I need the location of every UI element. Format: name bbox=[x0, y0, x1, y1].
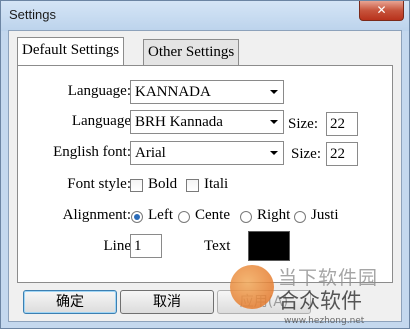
text-color-swatch[interactable] bbox=[248, 231, 290, 261]
italic-label[interactable]: Itali bbox=[204, 176, 228, 193]
align-left-label[interactable]: Left bbox=[148, 207, 173, 224]
settings-window: Settings ✕ Default Settings Other Settin… bbox=[0, 0, 410, 329]
align-justify-label[interactable]: Justi bbox=[311, 207, 339, 224]
tab-other-settings[interactable]: Other Settings bbox=[143, 39, 240, 65]
align-center-radio[interactable] bbox=[178, 211, 190, 223]
align-right-label[interactable]: Right bbox=[257, 207, 290, 224]
chevron-down-icon bbox=[270, 90, 278, 94]
english-font-label: English font: bbox=[53, 144, 131, 160]
font-style-label: Font style: bbox=[67, 176, 131, 192]
align-left-radio[interactable] bbox=[131, 211, 143, 223]
bold-checkbox[interactable] bbox=[130, 179, 143, 192]
line-value: 1 bbox=[134, 238, 142, 254]
ok-button[interactable]: 确定 bbox=[23, 290, 117, 314]
english-font-select[interactable]: Arial bbox=[130, 141, 284, 165]
english-size-input[interactable]: 22 bbox=[326, 142, 358, 166]
language-size-input[interactable]: 22 bbox=[326, 112, 358, 136]
title-bar[interactable]: Settings ✕ bbox=[1, 1, 409, 31]
text-color-label: Text bbox=[204, 238, 231, 254]
language-label: Language: bbox=[67, 83, 131, 99]
language-size-value: 22 bbox=[330, 116, 345, 132]
italic-checkbox[interactable] bbox=[186, 179, 199, 192]
english-font-select-value: Arial bbox=[135, 145, 166, 161]
window-title: Settings bbox=[9, 7, 56, 22]
dialog-body: Default Settings Other Settings Language… bbox=[8, 30, 402, 322]
language-select-value: KANNADA bbox=[135, 84, 211, 100]
apply-button[interactable]: 应用(A) bbox=[217, 290, 311, 314]
alignment-label: Alignment: bbox=[62, 207, 131, 223]
align-right-radio[interactable] bbox=[240, 211, 252, 223]
tab-default-settings-label: Default Settings bbox=[22, 42, 120, 58]
language-font-select-value: BRH Kannada bbox=[135, 114, 223, 130]
line-input[interactable]: 1 bbox=[130, 234, 162, 258]
default-settings-panel: Language: KANNADA Language BRH Kannada S… bbox=[17, 65, 393, 283]
language-font-label: Language bbox=[71, 113, 131, 129]
align-center-label[interactable]: Cente bbox=[195, 207, 230, 224]
align-justify-radio[interactable] bbox=[294, 211, 306, 223]
line-label: Line bbox=[103, 238, 132, 254]
language-select[interactable]: KANNADA bbox=[130, 80, 284, 104]
language-font-select[interactable]: BRH Kannada bbox=[130, 110, 284, 134]
english-size-value: 22 bbox=[330, 146, 345, 162]
tab-default-settings[interactable]: Default Settings bbox=[17, 37, 125, 65]
english-size-label: Size: bbox=[291, 146, 321, 162]
close-button[interactable]: ✕ bbox=[359, 1, 404, 21]
tab-other-settings-label: Other Settings bbox=[148, 44, 235, 60]
language-size-label: Size: bbox=[288, 116, 318, 132]
close-icon: ✕ bbox=[376, 3, 387, 17]
chevron-down-icon bbox=[270, 151, 278, 155]
cancel-button[interactable]: 取消 bbox=[120, 290, 214, 314]
bold-label[interactable]: Bold bbox=[148, 176, 177, 193]
chevron-down-icon bbox=[270, 120, 278, 124]
